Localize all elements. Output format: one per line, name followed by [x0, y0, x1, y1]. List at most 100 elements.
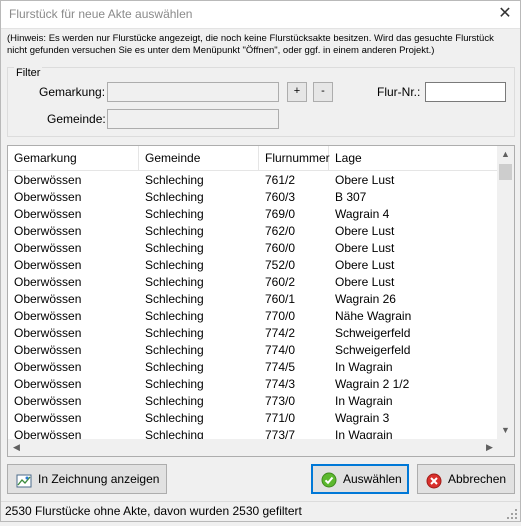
cell-lage: B 307 — [335, 190, 367, 204]
cell-lage: Obere Lust — [335, 224, 395, 238]
cell-gemeinde: Schleching — [145, 241, 204, 255]
table-row[interactable]: Oberwössen Schleching 774/5 In Wagrain — [8, 359, 498, 376]
cancel-button[interactable]: Abbrechen — [417, 464, 515, 494]
cell-flurnummer: 760/3 — [265, 190, 296, 204]
table-row[interactable]: Oberwössen Schleching 774/0 Schweigerfeld — [8, 342, 498, 359]
checkmark-icon — [321, 471, 337, 488]
cell-lage: Nähe Wagrain — [335, 309, 412, 323]
cell-flurnummer: 773/0 — [265, 394, 296, 408]
dialog-window: Flurstück für neue Akte auswählen ✕ (Hin… — [0, 0, 521, 522]
select-label: Auswählen — [343, 472, 402, 486]
cell-gemarkung: Oberwössen — [14, 377, 82, 391]
table-row[interactable]: Oberwössen Schleching 760/3 B 307 — [8, 189, 498, 206]
cell-gemeinde: Schleching — [145, 411, 204, 425]
cell-gemarkung: Oberwössen — [14, 343, 82, 357]
scroll-right-icon[interactable]: ▶ — [481, 439, 498, 456]
cell-flurnummer: 760/1 — [265, 292, 296, 306]
cell-flurnummer: 761/2 — [265, 173, 296, 187]
scroll-corner — [497, 439, 514, 456]
cell-gemeinde: Schleching — [145, 258, 204, 272]
cell-gemeinde: Schleching — [145, 275, 204, 289]
flurnr-label: Flur-Nr.: — [377, 85, 421, 99]
cell-flurnummer: 771/0 — [265, 411, 296, 425]
table-row[interactable]: Oberwössen Schleching 774/2 Schweigerfeld — [8, 325, 498, 342]
cell-gemeinde: Schleching — [145, 309, 204, 323]
cell-gemeinde: Schleching — [145, 343, 204, 357]
cell-lage: Obere Lust — [335, 258, 395, 272]
cell-lage: Obere Lust — [335, 241, 395, 255]
cell-gemarkung: Oberwössen — [14, 292, 82, 306]
status-text: 2530 Flurstücke ohne Akte, davon wurden … — [5, 504, 302, 518]
show-in-drawing-label: In Zeichnung anzeigen — [38, 472, 160, 486]
column-header-gemeinde[interactable]: Gemeinde — [139, 146, 259, 171]
cell-gemarkung: Oberwössen — [14, 394, 82, 408]
table-row[interactable]: Oberwössen Schleching 760/2 Obere Lust — [8, 274, 498, 291]
select-button[interactable]: Auswählen — [311, 464, 409, 494]
resize-grip-icon[interactable] — [506, 507, 518, 519]
table-row[interactable]: Oberwössen Schleching 752/0 Obere Lust — [8, 257, 498, 274]
cell-gemarkung: Oberwössen — [14, 309, 82, 323]
hint-text: (Hinweis: Es werden nur Flurstücke angez… — [7, 33, 494, 56]
parcel-table[interactable]: Gemarkung Gemeinde Flurnummer Lage Oberw… — [7, 145, 515, 457]
table-row[interactable]: Oberwössen Schleching 773/0 In Wagrain — [8, 393, 498, 410]
filter-legend: Filter — [14, 67, 43, 79]
show-in-drawing-button[interactable]: In Zeichnung anzeigen — [7, 464, 167, 494]
cell-lage: In Wagrain — [335, 360, 393, 374]
cell-gemeinde: Schleching — [145, 207, 204, 221]
close-button[interactable]: ✕ — [490, 1, 520, 29]
cell-gemarkung: Oberwössen — [14, 241, 82, 255]
cell-gemarkung: Oberwössen — [14, 190, 82, 204]
cell-gemeinde: Schleching — [145, 173, 204, 187]
table-row[interactable]: Oberwössen Schleching 774/3 Wagrain 2 1/2 — [8, 376, 498, 393]
cell-lage: Wagrain 4 — [335, 207, 390, 221]
cancel-icon — [426, 471, 442, 489]
gemeinde-field[interactable] — [107, 109, 279, 129]
cancel-label: Abbrechen — [448, 472, 507, 486]
table-row[interactable]: Oberwössen Schleching 770/0 Nähe Wagrain — [8, 308, 498, 325]
gemarkung-label: Gemarkung: — [39, 85, 106, 99]
scroll-down-icon[interactable]: ▼ — [497, 422, 514, 439]
table-row[interactable]: Oberwössen Schleching 769/0 Wagrain 4 — [8, 206, 498, 223]
column-header-gemarkung[interactable]: Gemarkung — [8, 146, 139, 171]
gemarkung-field[interactable] — [107, 82, 279, 102]
status-bar: 2530 Flurstücke ohne Akte, davon wurden … — [1, 501, 520, 521]
cell-gemarkung: Oberwössen — [14, 411, 82, 425]
cell-flurnummer: 774/0 — [265, 343, 296, 357]
cell-gemeinde: Schleching — [145, 360, 204, 374]
cell-flurnummer: 760/2 — [265, 275, 296, 289]
table-row[interactable]: Oberwössen Schleching 760/1 Wagrain 26 — [8, 291, 498, 308]
remove-button[interactable]: - — [313, 82, 333, 102]
horizontal-scrollbar[interactable]: ◀ ▶ — [8, 439, 498, 456]
cell-flurnummer: 769/0 — [265, 207, 296, 221]
cell-flurnummer: 752/0 — [265, 258, 296, 272]
cell-gemeinde: Schleching — [145, 394, 204, 408]
table-row[interactable]: Oberwössen Schleching 762/0 Obere Lust — [8, 223, 498, 240]
cell-gemarkung: Oberwössen — [14, 207, 82, 221]
cell-gemeinde: Schleching — [145, 326, 204, 340]
window-title: Flurstück für neue Akte auswählen — [9, 7, 193, 21]
column-header-flurnummer[interactable]: Flurnummer — [259, 146, 330, 171]
cell-gemarkung: Oberwössen — [14, 173, 82, 187]
scroll-left-icon[interactable]: ◀ — [8, 439, 25, 456]
map-icon — [16, 471, 32, 488]
cell-flurnummer: 774/5 — [265, 360, 296, 374]
add-button[interactable]: + — [287, 82, 307, 102]
cell-lage: Wagrain 26 — [335, 292, 396, 306]
scroll-up-icon[interactable]: ▲ — [497, 146, 514, 163]
column-header-lage[interactable]: Lage — [329, 146, 498, 171]
cell-gemarkung: Oberwössen — [14, 224, 82, 238]
table-row[interactable]: Oberwössen Schleching 771/0 Wagrain 3 — [8, 410, 498, 427]
vertical-scrollbar[interactable]: ▲ ▼ — [497, 146, 514, 439]
table-row[interactable]: Oberwössen Schleching 761/2 Obere Lust — [8, 172, 498, 189]
table-row[interactable]: Oberwössen Schleching 760/0 Obere Lust — [8, 240, 498, 257]
cell-gemeinde: Schleching — [145, 377, 204, 391]
cell-gemarkung: Oberwössen — [14, 360, 82, 374]
cell-gemeinde: Schleching — [145, 292, 204, 306]
title-bar: Flurstück für neue Akte auswählen ✕ — [1, 1, 520, 29]
cell-flurnummer: 760/0 — [265, 241, 296, 255]
cell-gemarkung: Oberwössen — [14, 326, 82, 340]
flurnr-input[interactable] — [425, 82, 506, 102]
scroll-thumb[interactable] — [499, 164, 512, 180]
cell-flurnummer: 762/0 — [265, 224, 296, 238]
cell-lage: Schweigerfeld — [335, 326, 411, 340]
